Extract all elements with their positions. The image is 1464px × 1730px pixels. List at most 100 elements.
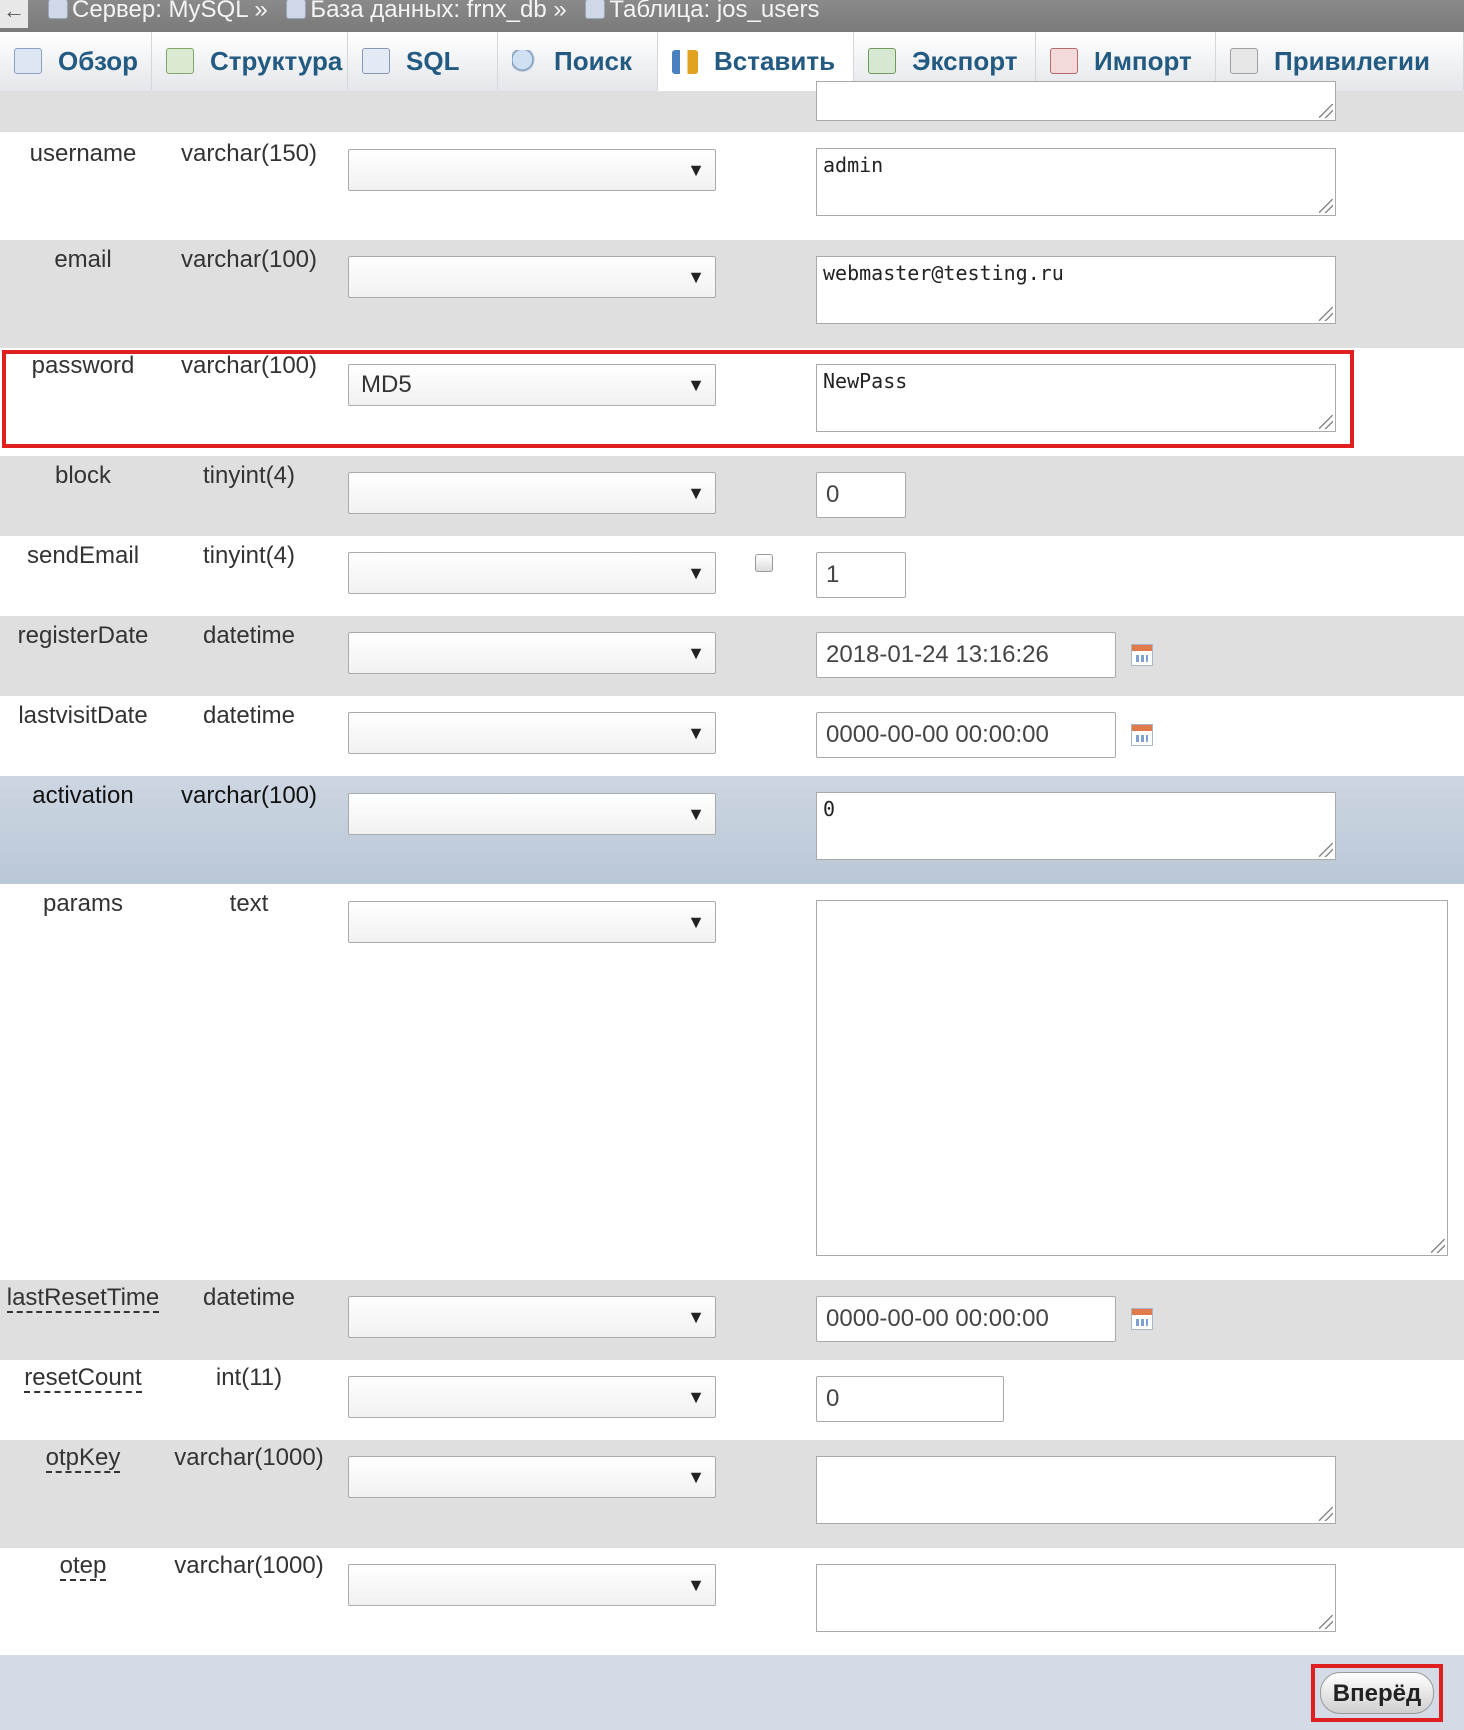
go-button[interactable]: Вперёд <box>1320 1672 1434 1714</box>
table-icon <box>585 0 606 19</box>
function-select[interactable]: ▼ <box>348 793 716 835</box>
value-input[interactable]: 0 <box>816 472 906 518</box>
value-text: NewPass <box>823 369 908 393</box>
field-name-tooltip: lastResetTime <box>6 1284 160 1313</box>
breadcrumb: ← Сервер: MySQL » База данных: frnx_db »… <box>0 0 1464 32</box>
function-select[interactable]: ▼ <box>348 1564 716 1606</box>
table-row: block tinyint(4) ▼ 0 <box>0 456 1464 536</box>
field-name: password <box>31 352 135 379</box>
field-name: otpKey <box>0 1444 166 1473</box>
field-type: datetime <box>202 1284 296 1311</box>
field-type: varchar(1000) <box>174 1552 324 1579</box>
field-name-tooltip: otep <box>59 1552 107 1581</box>
value-textarea[interactable]: webmaster@testing.ru <box>816 256 1336 324</box>
dropdown-arrow-icon: ▼ <box>687 267 705 287</box>
field-name: username <box>29 140 137 167</box>
function-select[interactable]: ▼ <box>348 149 716 191</box>
field-name: registerDate <box>17 622 149 649</box>
form-footer <box>0 1655 1464 1730</box>
tab-structure[interactable]: Структура <box>152 32 348 90</box>
function-select[interactable]: MD5 ▼ <box>348 364 716 406</box>
value-input[interactable]: 0 <box>816 1376 1004 1422</box>
import-icon <box>1050 48 1078 74</box>
field-type: varchar(1000) <box>174 1444 324 1471</box>
function-select[interactable]: ▼ <box>348 1376 716 1418</box>
null-checkbox[interactable] <box>755 554 773 572</box>
value-textarea-partial[interactable] <box>816 81 1336 121</box>
table-row: registerDate datetime ▼ 2018-01-24 13:16… <box>0 616 1464 696</box>
value-input[interactable]: 0000-00-00 00:00:00 <box>816 1296 1116 1342</box>
value-textarea[interactable]: 0 <box>816 792 1336 860</box>
calendar-icon[interactable] <box>1131 724 1153 746</box>
table-row-password: password varchar(100) MD5 ▼ NewPass <box>0 348 1464 456</box>
field-name-tooltip: resetCount <box>24 1364 142 1393</box>
table-row: params text ▼ <box>0 884 1464 1280</box>
sql-icon <box>362 48 390 74</box>
field-name-tooltip: otpKey <box>45 1444 121 1473</box>
field-type: tinyint(4) <box>202 542 296 569</box>
field-name: lastResetTime <box>0 1284 166 1313</box>
value-textarea[interactable]: NewPass <box>816 364 1336 432</box>
breadcrumb-server[interactable]: Сервер: MySQL » <box>48 0 274 23</box>
table-row: activation varchar(100) ▼ 0 <box>0 776 1464 884</box>
value-textarea[interactable] <box>816 1456 1336 1524</box>
function-select[interactable]: ▼ <box>348 901 716 943</box>
back-arrow-icon[interactable]: ← <box>0 0 28 28</box>
function-select[interactable]: ▼ <box>348 472 716 514</box>
value-input[interactable]: 2018-01-24 13:16:26 <box>816 632 1116 678</box>
breadcrumb-database[interactable]: База данных: frnx_db » <box>286 0 572 23</box>
field-name: activation <box>32 782 134 809</box>
table-row: sendEmail tinyint(4) ▼ 1 <box>0 536 1464 616</box>
value-textarea[interactable]: admin <box>816 148 1336 216</box>
value-textarea-large[interactable] <box>816 900 1448 1256</box>
function-select[interactable]: ▼ <box>348 552 716 594</box>
dropdown-arrow-icon: ▼ <box>687 804 705 824</box>
table-row: lastResetTime datetime ▼ 0000-00-00 00:0… <box>0 1280 1464 1360</box>
dropdown-arrow-icon: ▼ <box>687 912 705 932</box>
field-type: text <box>229 890 269 917</box>
function-select[interactable]: ▼ <box>348 256 716 298</box>
field-name: sendEmail <box>26 542 140 569</box>
dropdown-arrow-icon: ▼ <box>687 1575 705 1595</box>
field-type: varchar(100) <box>180 246 318 273</box>
value-text: webmaster@testing.ru <box>823 261 1064 285</box>
calendar-icon[interactable] <box>1131 644 1153 666</box>
breadcrumb-table[interactable]: Таблица: jos_users <box>585 0 825 23</box>
table-row: username varchar(150) ▼ admin <box>0 132 1464 240</box>
value-input[interactable]: 0000-00-00 00:00:00 <box>816 712 1116 758</box>
function-select[interactable]: ▼ <box>348 1296 716 1338</box>
table-row: lastvisitDate datetime ▼ 0000-00-00 00:0… <box>0 696 1464 776</box>
field-name: otep <box>0 1552 166 1581</box>
resize-grip-icon <box>1319 199 1333 213</box>
tab-sql[interactable]: SQL <box>348 32 498 90</box>
function-select[interactable]: ▼ <box>348 632 716 674</box>
field-name: params <box>42 890 124 917</box>
field-name: lastvisitDate <box>18 702 148 729</box>
dropdown-arrow-icon: ▼ <box>687 375 705 395</box>
field-name: block <box>54 462 112 489</box>
resize-grip-icon <box>1319 1615 1333 1629</box>
resize-grip-icon <box>1319 1507 1333 1521</box>
server-icon <box>48 0 68 19</box>
field-type: varchar(100) <box>180 782 318 809</box>
dropdown-arrow-icon: ▼ <box>687 483 705 503</box>
function-select[interactable]: ▼ <box>348 1456 716 1498</box>
dropdown-arrow-icon: ▼ <box>687 1467 705 1487</box>
structure-icon <box>166 48 194 74</box>
table-row-partial <box>0 81 1464 132</box>
field-type: int(11) <box>215 1364 283 1391</box>
function-select[interactable]: ▼ <box>348 712 716 754</box>
export-icon <box>868 48 896 74</box>
value-text: admin <box>823 153 884 177</box>
value-textarea[interactable] <box>816 1564 1336 1632</box>
tab-browse[interactable]: Обзор <box>0 32 152 90</box>
value-input[interactable]: 1 <box>816 552 906 598</box>
resize-grip-icon <box>1319 415 1333 429</box>
tab-search[interactable]: Поиск <box>498 32 658 90</box>
dropdown-arrow-icon: ▼ <box>687 1307 705 1327</box>
calendar-icon[interactable] <box>1131 1308 1153 1330</box>
function-value: MD5 <box>361 371 412 398</box>
dropdown-arrow-icon: ▼ <box>687 160 705 180</box>
table-row: email varchar(100) ▼ webmaster@testing.r… <box>0 240 1464 348</box>
field-name: resetCount <box>0 1364 166 1393</box>
